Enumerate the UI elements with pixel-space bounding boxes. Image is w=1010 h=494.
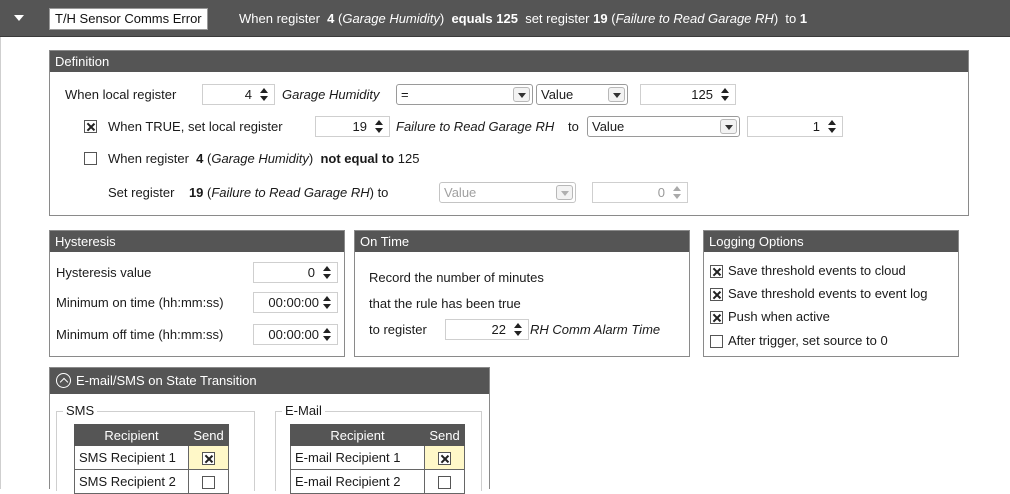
spinner-icon[interactable]: [827, 118, 837, 135]
sms-recipient-name: SMS Recipient 1: [74, 445, 189, 470]
chevron-down-icon[interactable]: [556, 185, 573, 200]
set-to-label: to: [568, 119, 579, 134]
min-off-time-label: Minimum off time (hh:mm:ss): [56, 327, 224, 342]
compare-type-select[interactable]: Value: [536, 84, 628, 105]
not-equal-statement: When register 4 (Garage Humidity) not eq…: [108, 151, 420, 166]
email-recipient-header: Recipient: [290, 424, 425, 446]
operator-select[interactable]: =: [396, 84, 533, 105]
logging-options-panel: Logging Options Save threshold events to…: [703, 230, 959, 357]
email-group-label: E-Mail: [282, 403, 325, 419]
else-value-input[interactable]: 0: [592, 182, 688, 203]
email-recipient-table: Recipient Send E-mail Recipient 1 E-mail…: [290, 424, 465, 494]
chevron-down-icon[interactable]: [720, 119, 737, 134]
send-cell: [424, 469, 465, 494]
table-row: SMS Recipient 1: [74, 445, 229, 470]
sms-send-checkbox[interactable]: [202, 452, 215, 466]
reset-source-label: After trigger, set source to 0: [728, 333, 888, 348]
email-recipient-name: E-mail Recipient 2: [290, 469, 425, 494]
push-active-checkbox[interactable]: [710, 311, 723, 324]
log-cloud-label: Save threshold events to cloud: [728, 263, 906, 278]
compare-value-input[interactable]: 125: [640, 84, 736, 105]
on-time-register-name: RH Comm Alarm Time: [530, 322, 661, 337]
hysteresis-panel: Hysteresis Hysteresis value 0 Minimum on…: [49, 230, 345, 357]
rule-name-field[interactable]: T/H Sensor Comms Error: [49, 8, 208, 30]
send-cell: [188, 469, 229, 494]
chevron-down-icon[interactable]: [513, 87, 530, 102]
sms-send-header: Send: [188, 424, 229, 446]
chevron-down-icon[interactable]: [608, 87, 625, 102]
spinner-icon[interactable]: [672, 184, 682, 201]
rule-header: T/H Sensor Comms Error When register 4 (…: [0, 0, 1010, 37]
spinner-icon[interactable]: [720, 86, 730, 103]
hysteresis-value-input[interactable]: 0: [253, 262, 338, 283]
set-value-input[interactable]: 1: [747, 116, 843, 137]
sms-recipient-table: Recipient Send SMS Recipient 1 SMS Recip…: [74, 424, 229, 494]
reset-source-checkbox[interactable]: [710, 335, 723, 348]
sms-recipient-name: SMS Recipient 2: [74, 469, 189, 494]
on-time-title: On Time: [355, 231, 689, 252]
spinner-icon[interactable]: [513, 321, 523, 338]
email-recipient-name: E-mail Recipient 1: [290, 445, 425, 470]
rule-summary: When register 4 (Garage Humidity) equals…: [239, 11, 808, 26]
push-active-label: Push when active: [728, 309, 830, 324]
collapse-arrow-icon[interactable]: [14, 15, 24, 21]
left-rail: [0, 37, 1, 489]
send-cell: [188, 445, 229, 470]
notify-title: E-mail/SMS on State Transition: [76, 373, 257, 388]
definition-title: Definition: [50, 51, 968, 72]
logging-options-title: Logging Options: [704, 231, 958, 252]
sms-recipient-header: Recipient: [74, 424, 189, 446]
else-type-select[interactable]: Value: [439, 182, 576, 203]
email-send-checkbox[interactable]: [438, 452, 451, 466]
table-row: E-mail Recipient 1: [290, 445, 465, 470]
set-register-input[interactable]: 19: [315, 116, 390, 137]
min-off-time-input[interactable]: 00:00:00: [253, 324, 338, 345]
to-register-label: to register: [369, 322, 427, 337]
log-cloud-checkbox[interactable]: [710, 265, 723, 278]
set-type-select[interactable]: Value: [587, 116, 740, 137]
email-send-header: Send: [424, 424, 465, 446]
spinner-icon[interactable]: [374, 118, 384, 135]
else-set-statement: Set register 19 (Failure to Read Garage …: [108, 185, 389, 200]
on-time-panel: On Time Record the number of minutes tha…: [354, 230, 690, 357]
when-local-register-label: When local register: [65, 87, 177, 102]
sms-send-checkbox[interactable]: [202, 476, 215, 490]
log-event-log-checkbox[interactable]: [710, 288, 723, 301]
hysteresis-title: Hysteresis: [50, 231, 344, 252]
min-on-time-label: Minimum on time (hh:mm:ss): [56, 295, 224, 310]
on-time-line2: that the rule has been true: [369, 296, 521, 311]
definition-panel: Definition When local register 4 Garage …: [49, 50, 969, 216]
log-event-log-label: Save threshold events to event log: [728, 286, 928, 301]
email-send-checkbox[interactable]: [438, 476, 451, 490]
table-row: E-mail Recipient 2: [290, 469, 465, 494]
local-register-name: Garage Humidity: [282, 87, 380, 102]
collapse-up-icon[interactable]: [56, 373, 71, 388]
table-row: SMS Recipient 2: [74, 469, 229, 494]
notify-panel: E-mail/SMS on State Transition SMS Recip…: [49, 367, 490, 494]
on-time-register-input[interactable]: 22: [445, 319, 529, 340]
local-register-input[interactable]: 4: [202, 84, 275, 105]
when-true-checkbox[interactable]: [84, 120, 97, 133]
when-true-label: When TRUE, set local register: [108, 119, 283, 134]
notify-title-bar: E-mail/SMS on State Transition: [50, 368, 489, 394]
on-time-line1: Record the number of minutes: [369, 270, 544, 285]
not-equal-checkbox[interactable]: [84, 152, 97, 165]
spinner-icon[interactable]: [259, 86, 269, 103]
set-register-name: Failure to Read Garage RH: [396, 119, 555, 134]
sms-group-label: SMS: [63, 403, 98, 419]
spinner-icon[interactable]: [322, 264, 332, 281]
spinner-icon[interactable]: [322, 294, 332, 311]
min-on-time-input[interactable]: 00:00:00: [253, 292, 338, 313]
spinner-icon[interactable]: [322, 326, 332, 343]
hysteresis-value-label: Hysteresis value: [56, 265, 152, 280]
send-cell: [424, 445, 465, 470]
